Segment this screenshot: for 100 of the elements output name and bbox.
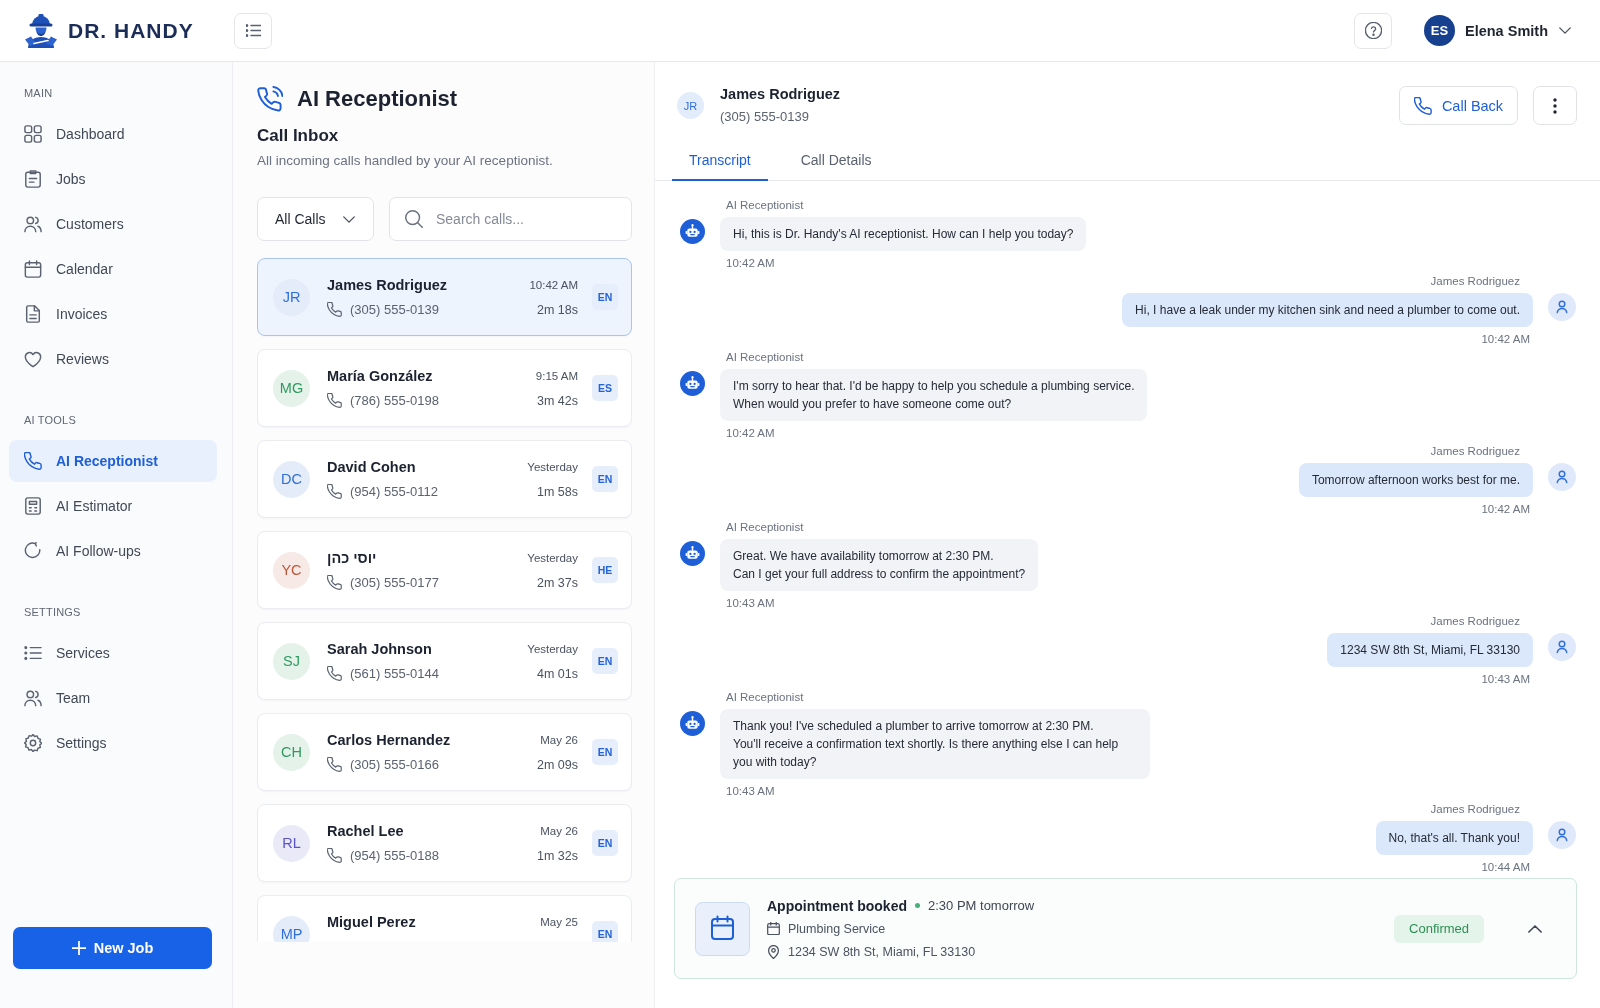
caller-phone: (954) 555-0188 — [350, 846, 439, 865]
language-badge: ES — [592, 375, 618, 401]
message-time: 10:42 AM — [726, 426, 775, 441]
new-job-button[interactable]: New Job — [13, 927, 212, 969]
call-card[interactable]: RL Rachel Lee (954) 555-0188 May 26 1m 32s EN — [257, 804, 632, 882]
nav-item[interactable]: Invoices — [9, 293, 217, 335]
call-card[interactable]: MG María González (786) 555-0198 9:15 AM 3m 42s ES — [257, 349, 632, 427]
nav-item[interactable]: Calendar — [9, 248, 217, 290]
speaker-label: AI Receptionist — [726, 350, 804, 365]
call-time: 10:42 AM — [529, 277, 578, 293]
call-card[interactable]: JR James Rodriguez (305) 555-0139 10:42 AM 2m 18s EN — [257, 258, 632, 336]
section-label: SETTINGS — [23, 605, 82, 619]
language-badge: EN — [592, 648, 618, 674]
nav-item[interactable]: AI Estimator — [9, 485, 217, 527]
caller-name: Miguel Perez — [327, 912, 416, 932]
message-time: 10:43 AM — [726, 596, 775, 611]
caller-phone: (305) 555-0177 — [350, 573, 439, 592]
nav-item[interactable]: Reviews — [9, 338, 217, 380]
message-bubble: Tomorrow afternoon works best for me. — [1298, 463, 1533, 497]
language-badge: EN — [592, 284, 618, 310]
speaker-label: James Rodriguez — [1430, 274, 1520, 289]
phone-icon — [327, 848, 342, 863]
chevron-up-icon[interactable] — [1528, 924, 1542, 933]
contact-avatar: JR — [677, 92, 704, 119]
nav-item[interactable]: Jobs — [9, 158, 217, 200]
tab[interactable]: Call Details — [783, 143, 889, 181]
call-time: Yesterday — [527, 550, 578, 566]
language-badge: EN — [592, 466, 618, 492]
calculator-icon — [24, 497, 42, 515]
tab[interactable]: Transcript — [672, 143, 768, 181]
nav-item[interactable]: Dashboard — [9, 113, 217, 155]
call-card[interactable]: SJ Sarah Johnson (561) 555-0144 Yesterday 4m 01s EN — [257, 622, 632, 700]
nav-item[interactable]: Settings — [9, 722, 217, 764]
separator-dot-icon — [915, 903, 920, 908]
status-badge: Confirmed — [1394, 914, 1484, 943]
person-icon — [1548, 821, 1576, 849]
caller-phone: (561) 555-0144 — [350, 664, 439, 683]
phone-icon — [327, 666, 342, 681]
search-icon — [405, 210, 423, 228]
nav-item[interactable]: AI Follow-ups — [9, 530, 217, 572]
call-duration: 3m 42s — [537, 392, 578, 410]
caller-avatar: JR — [273, 278, 310, 316]
users-icon — [24, 215, 42, 233]
message-time: 10:44 AM — [1481, 860, 1530, 875]
user-avatar[interactable]: ES — [1424, 15, 1455, 46]
caller-name: יוסי כהן — [327, 548, 377, 568]
call-back-button[interactable]: Call Back — [1399, 86, 1518, 125]
language-badge: EN — [592, 830, 618, 856]
list-icon — [24, 644, 42, 662]
caller-avatar: DC — [273, 460, 310, 498]
nav-item[interactable]: Customers — [9, 203, 217, 245]
message-bubble: Great. We have availability tomorrow at 2:30 PM. Can I get your full address to confirm the appointment? — [720, 539, 1039, 591]
users-icon — [24, 689, 42, 707]
user-name[interactable]: Elena Smith — [1465, 22, 1548, 39]
call-time: 9:15 AM — [535, 368, 578, 384]
call-time: May 26 — [540, 732, 578, 748]
caller-name: Rachel Lee — [327, 821, 404, 841]
call-time: May 25 — [540, 914, 578, 930]
inbox-heading: Call Inbox — [257, 125, 340, 147]
call-duration: 4m 01s — [537, 665, 578, 683]
call-time: Yesterday — [527, 459, 578, 475]
message-time: 10:42 AM — [1481, 332, 1530, 347]
caller-name: James Rodriguez — [327, 275, 448, 295]
more-button[interactable] — [1533, 86, 1577, 125]
calendar-icon — [24, 260, 42, 278]
chevron-down-icon[interactable] — [1559, 27, 1571, 34]
call-duration: 1m 32s — [537, 847, 578, 865]
robot-icon — [680, 219, 705, 244]
caller-avatar: CH — [273, 733, 310, 771]
speaker-label: James Rodriguez — [1430, 802, 1520, 817]
service-name: Plumbing Service — [788, 920, 886, 938]
message-bubble: I'm sorry to hear that. I'd be happy to help you schedule a plumbing service. When would you prefer to have someone come out? — [720, 369, 1148, 421]
message-time: 10:43 AM — [726, 784, 775, 799]
caller-name: Sarah Johnson — [327, 639, 432, 659]
filter-dropdown[interactable]: All Calls — [257, 197, 374, 241]
search-field[interactable]: Search calls... — [389, 197, 632, 241]
settings-icon — [24, 734, 42, 752]
robot-icon — [680, 371, 705, 396]
phone-icon — [327, 757, 342, 772]
phone-ringing-icon — [257, 86, 283, 112]
caller-phone: (305) 555-0139 — [350, 300, 439, 319]
caller-name: Carlos Hernandez — [327, 730, 451, 750]
calendar-icon — [695, 901, 750, 956]
call-card[interactable]: DC David Cohen (954) 555-0112 Yesterday 1m 58s EN — [257, 440, 632, 518]
message-bubble: No, that's all. Thank you! — [1375, 821, 1533, 855]
help-button[interactable] — [1354, 12, 1392, 49]
call-duration: 2m 37s — [537, 574, 578, 592]
nav-item[interactable]: Services — [9, 632, 217, 674]
nav-item[interactable]: AI Receptionist — [9, 440, 217, 482]
message-bubble: Hi, this is Dr. Handy's AI receptionist. How can I help you today? — [720, 217, 1087, 251]
message-bubble: Hi, I have a leak under my kitchen sink and need a plumber to come out. — [1122, 293, 1533, 327]
speaker-label: James Rodriguez — [1430, 614, 1520, 629]
message-bubble: 1234 SW 8th St, Miami, FL 33130 — [1327, 633, 1533, 667]
call-card[interactable]: MP Miguel Perez May 25 EN — [257, 895, 632, 942]
menu-button[interactable] — [234, 12, 272, 49]
call-card[interactable]: CH Carlos Hernandez (305) 555-0166 May 26 2m 09s EN — [257, 713, 632, 791]
message-time: 10:42 AM — [726, 256, 775, 271]
phone-icon — [327, 575, 342, 590]
nav-item[interactable]: Team — [9, 677, 217, 719]
contact-name: James Rodriguez — [720, 85, 841, 104]
